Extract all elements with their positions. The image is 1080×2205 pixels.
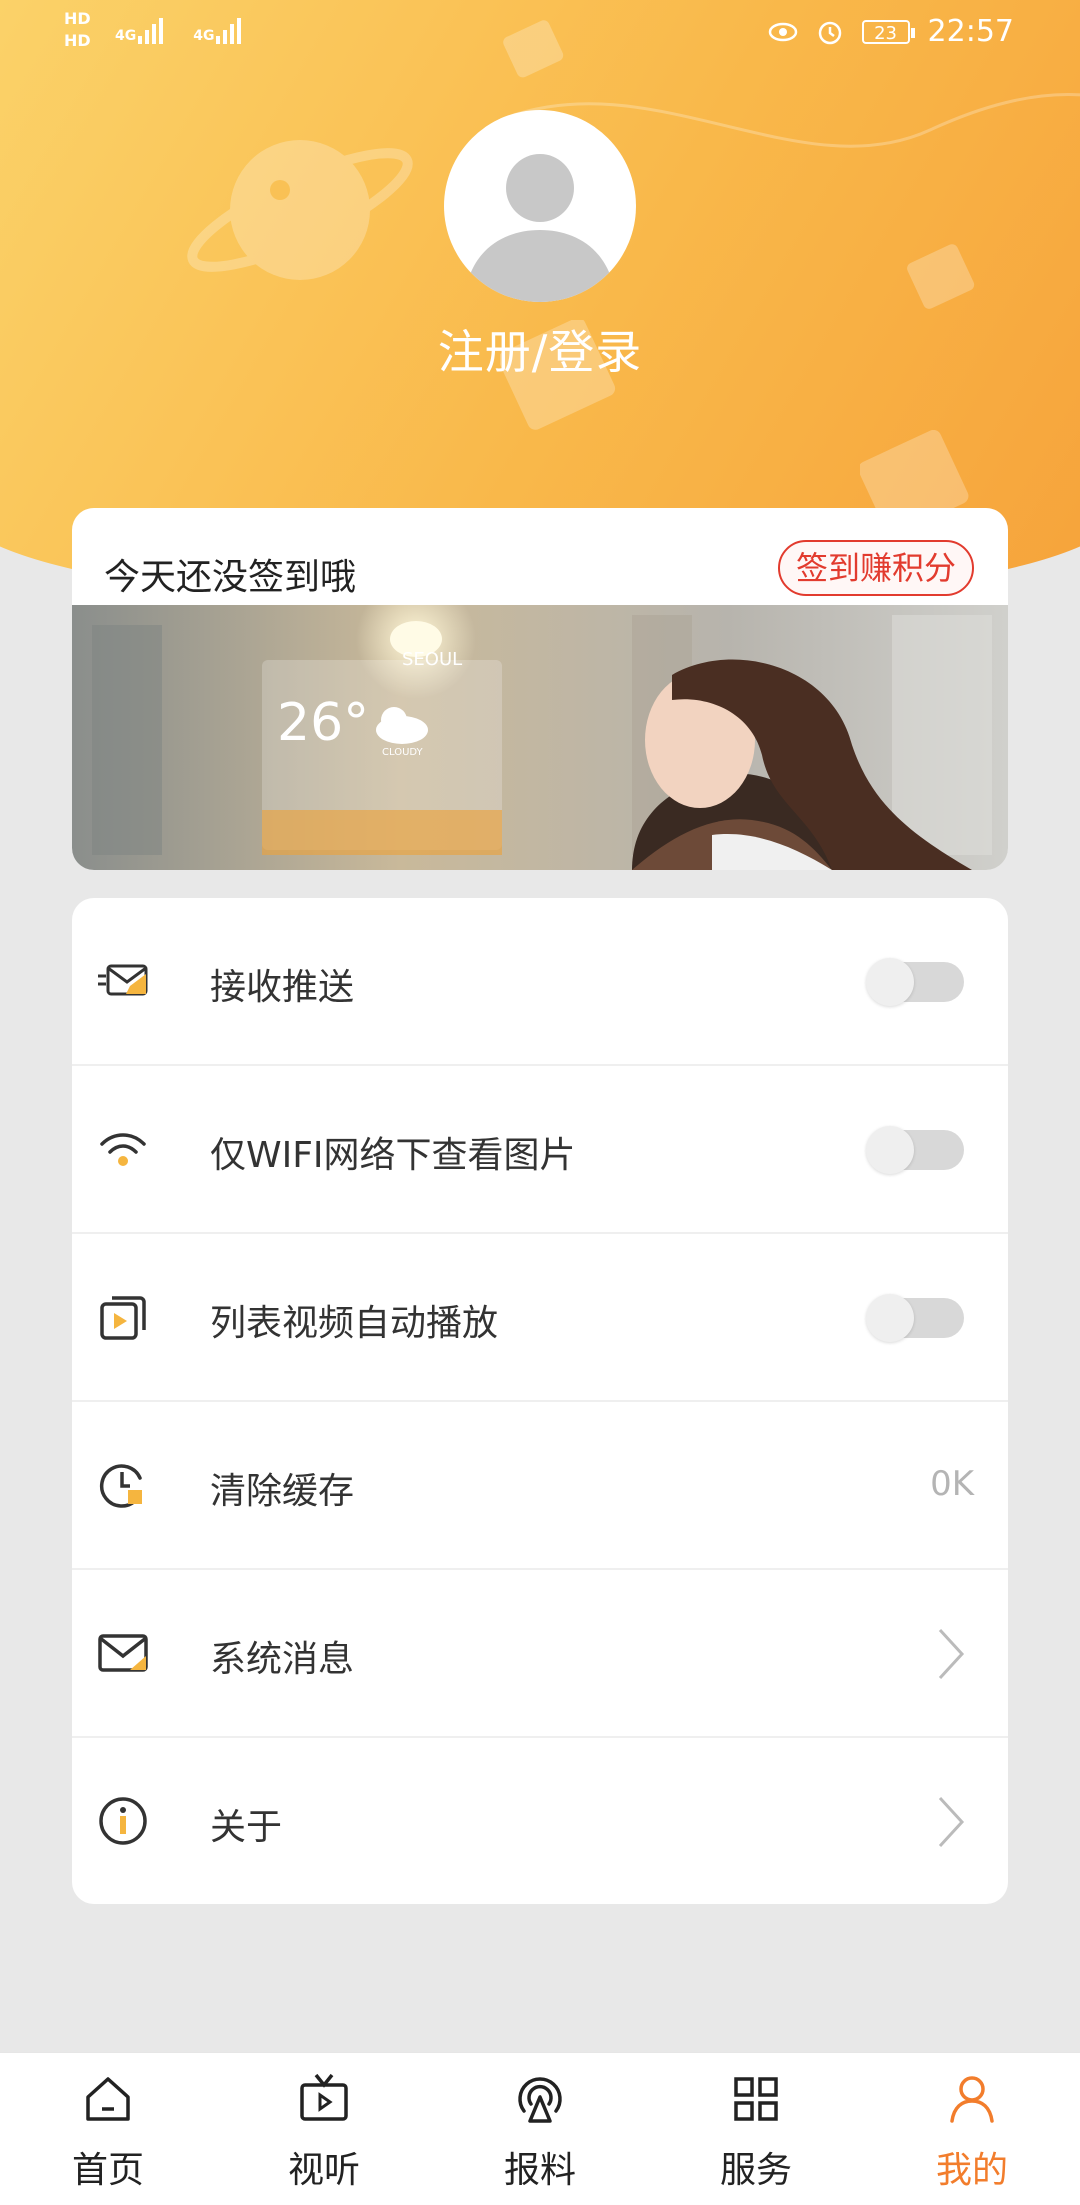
tab-media[interactable]: 视听 (216, 2053, 432, 2205)
autoplay-toggle[interactable] (866, 1294, 964, 1342)
chevron-right-icon (938, 1796, 965, 1848)
clock-time: 22:57 (927, 14, 1014, 49)
settings-row-push[interactable]: 接收推送 (72, 898, 1008, 1066)
status-right: 23 22:57 (768, 14, 1014, 49)
hd-label-1: HD (64, 9, 91, 28)
banner-city: SEOUL (402, 649, 462, 670)
signin-card: 今天还没签到哦 签到赚积分 SEOUL 26° CLOUDY (72, 508, 1008, 870)
network-label-1: 4G (115, 28, 137, 44)
chevron-right-icon (938, 1628, 965, 1680)
signal-icon-2: 4G (193, 14, 242, 44)
push-toggle[interactable] (866, 958, 964, 1006)
tab-report[interactable]: 报料 (432, 2053, 648, 2205)
settings-row-about[interactable]: 关于 (72, 1738, 1008, 1904)
settings-label-autoplay: 列表视频自动播放 (210, 1303, 499, 1344)
tab-label-services: 服务 (719, 2150, 792, 2191)
settings-label-push: 接收推送 (210, 967, 355, 1008)
status-bar: HD HD 4G 4G 23 22:57 (0, 0, 1080, 64)
signal-indicators: 4G 4G (115, 14, 242, 44)
hd-indicator: HD HD (64, 8, 91, 52)
ticket-decoration-4 (907, 244, 975, 309)
settings-label-system-messages: 系统消息 (210, 1639, 355, 1680)
home-icon (86, 2077, 130, 2121)
default-avatar-icon (464, 154, 616, 302)
push-envelope-icon (98, 964, 148, 996)
bottom-tab-bar: 首页 视听 报料 服务 我的 (0, 2052, 1080, 2205)
wifi-icon (100, 1133, 146, 1166)
eye-icon (768, 22, 797, 41)
cache-size-value: 0K (930, 1464, 974, 1504)
tab-label-report: 报料 (503, 2150, 576, 2191)
video-play-icon (100, 1296, 146, 1340)
planet-decoration (187, 140, 413, 280)
broadcast-icon (518, 2077, 562, 2123)
tab-mine[interactable]: 我的 (864, 2053, 1080, 2205)
settings-row-autoplay[interactable]: 列表视频自动播放 (72, 1234, 1008, 1402)
alarm-icon (818, 21, 841, 44)
network-label-2: 4G (193, 28, 215, 44)
grid-icon (734, 2077, 778, 2121)
settings-label-about: 关于 (210, 1807, 283, 1848)
signal-icon-1: 4G (115, 14, 164, 44)
tab-home[interactable]: 首页 (0, 2053, 216, 2205)
info-icon (99, 1797, 147, 1845)
banner-artwork: SEOUL 26° CLOUDY (72, 579, 1008, 870)
user-icon (950, 2076, 994, 2123)
banner-temperature: 26° (277, 693, 369, 753)
clock-clear-icon (99, 1464, 142, 1508)
tab-services[interactable]: 服务 (648, 2053, 864, 2205)
settings-row-system-messages[interactable]: 系统消息 (72, 1570, 1008, 1738)
tab-label-media: 视听 (287, 2150, 360, 2191)
banner-weather: CLOUDY (382, 747, 424, 758)
login-register-link[interactable]: 注册/登录 (0, 316, 1080, 382)
signin-status-text: 今天还没签到哦 (104, 557, 357, 598)
settings-row-clear-cache[interactable]: 清除缓存 0K (72, 1402, 1008, 1570)
settings-label-clear-cache: 清除缓存 (210, 1471, 355, 1512)
settings-label-wifi-images: 仅WIFI网络下查看图片 (210, 1135, 576, 1176)
tv-icon (300, 2073, 348, 2121)
wifi-images-toggle[interactable] (866, 1126, 964, 1174)
settings-list: 接收推送 仅WIFI网络下查看图片 列表视频自动播放 清除缓存 0K 系统消息 … (72, 898, 1008, 1904)
battery-icon: 23 (861, 19, 915, 44)
signin-earn-points-button[interactable]: 签到赚积分 (777, 540, 974, 596)
tab-label-home: 首页 (71, 2150, 144, 2191)
hd-label-2: HD (64, 31, 91, 50)
settings-row-wifi-images[interactable]: 仅WIFI网络下查看图片 (72, 1066, 1008, 1234)
mail-icon (98, 1634, 148, 1672)
avatar[interactable] (444, 110, 636, 302)
weather-banner-image[interactable]: SEOUL 26° CLOUDY (72, 579, 1008, 870)
tab-label-mine: 我的 (935, 2150, 1008, 2191)
